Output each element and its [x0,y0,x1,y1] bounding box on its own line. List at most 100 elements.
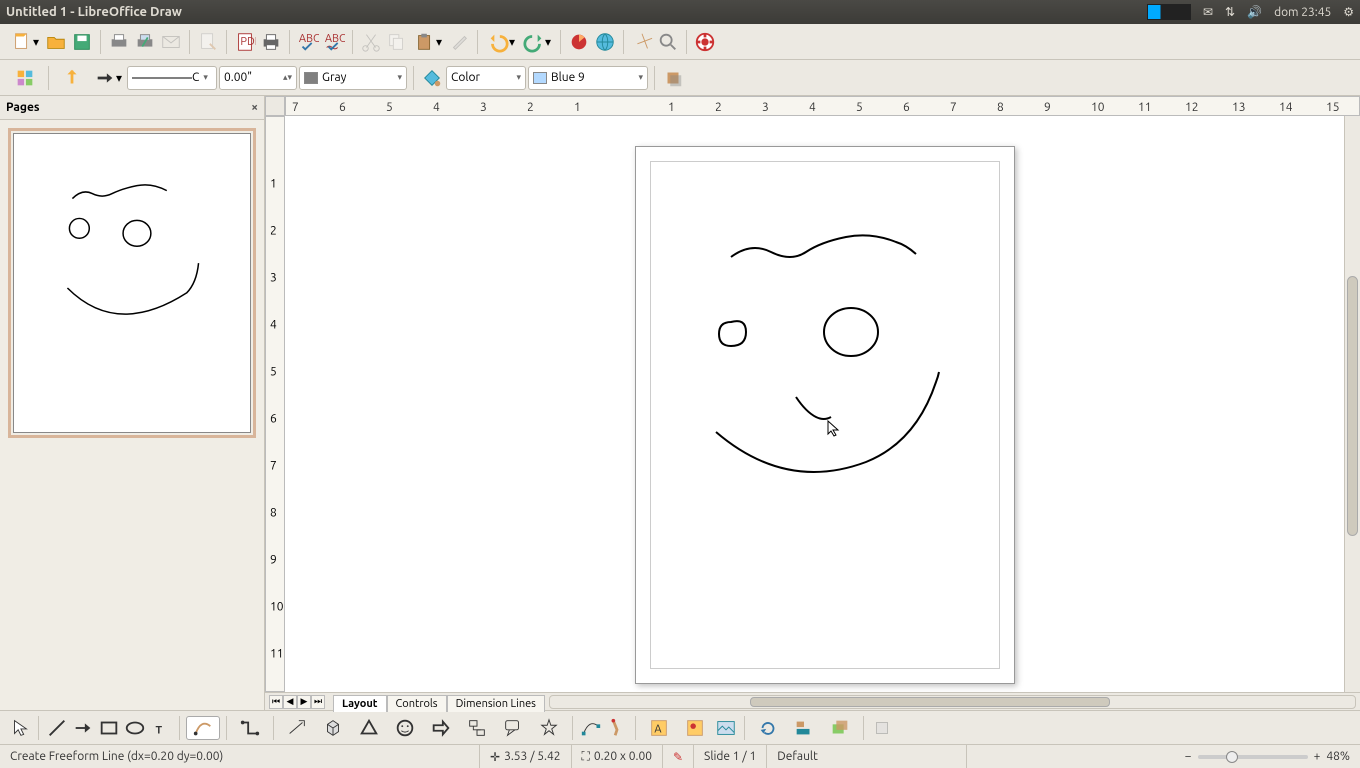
auto-spellcheck-button[interactable]: ABC [322,30,346,54]
lines-arrows-tool[interactable] [280,716,314,740]
format-paintbrush-button[interactable] [447,30,471,54]
modified-indicator: ✎ [663,745,694,768]
window-title: Untitled 1 - LibreOffice Draw [6,5,1147,19]
cut-button[interactable] [359,30,383,54]
line-color-label: Gray [322,71,393,84]
system-monitor-icon[interactable] [1147,4,1191,20]
drawing-toolbar: T A [0,710,1360,744]
area-style-button[interactable] [420,66,444,90]
vertical-scrollbar[interactable] [1344,116,1360,692]
svg-text:ABC: ABC [299,33,319,45]
prev-slide-button[interactable]: ◀ [283,695,297,709]
zoom-slider[interactable] [1198,755,1308,759]
text-tool[interactable]: T [149,716,173,740]
last-slide-button[interactable]: ⏭ [311,695,325,709]
line-filling-toolbar: ▾ C▾ 0.00" ▴▾ Gray▾ Color▾ Blue 9▾ [0,60,1360,96]
extrusion-tool[interactable] [870,716,894,740]
edit-file-button[interactable] [196,30,220,54]
tab-controls[interactable]: Controls [387,695,447,712]
3d-objects-tool[interactable] [316,716,350,740]
rotate-tool[interactable] [751,716,785,740]
arrow-end-style-button[interactable] [55,66,89,90]
mail-icon[interactable]: ✉ [1203,5,1213,19]
canvas[interactable] [285,116,1344,692]
status-slide[interactable]: Slide 1 / 1 [694,745,767,768]
spellcheck-button[interactable]: ABC [296,30,320,54]
line-style-select[interactable]: C▾ [127,66,217,90]
ellipse-tool[interactable] [123,716,147,740]
arrow-start-style-button[interactable]: ▾ [91,66,125,90]
chart-button[interactable] [567,30,591,54]
glue-points-tool[interactable] [605,716,629,740]
arrow-tool[interactable] [71,716,95,740]
flowchart-tool[interactable] [460,716,494,740]
align-tool[interactable] [787,716,821,740]
zoom-in-button[interactable]: + [1314,750,1321,763]
fontwork-tool[interactable]: A [642,716,676,740]
svg-text:ABC: ABC [325,33,345,45]
line-tool[interactable] [45,716,69,740]
horizontal-scrollbar[interactable] [549,695,1356,709]
copy-button[interactable] [385,30,409,54]
gear-icon[interactable]: ⚙ [1343,5,1354,19]
redo-button[interactable]: ▾ [520,30,554,54]
callouts-tool[interactable] [496,716,530,740]
block-arrows-tool[interactable] [424,716,458,740]
gallery-tool[interactable] [714,716,738,740]
line-color-select[interactable]: Gray▾ [299,66,407,90]
clock[interactable]: dom 23:45 [1274,6,1331,19]
mail-document-button[interactable] [159,30,183,54]
line-style-label: C [192,71,199,84]
save-button[interactable] [70,30,94,54]
page-thumbnail-1[interactable]: 1 [8,128,256,438]
tab-layout[interactable]: Layout [333,695,387,712]
styles-button[interactable] [8,66,42,90]
shadow-button[interactable] [661,66,685,90]
size-value: 0.20 x 0.00 [594,750,652,763]
zoom-button[interactable] [656,30,680,54]
network-icon[interactable]: ⇅ [1225,5,1235,19]
open-button[interactable] [44,30,68,54]
curve-tool[interactable] [186,716,220,740]
export-pdf-button[interactable]: PDF [233,30,257,54]
first-slide-button[interactable]: ⏮ [269,695,283,709]
status-position: ✛ 3.53 / 5.42 [480,745,572,768]
undo-button[interactable]: ▾ [484,30,518,54]
print-button[interactable] [107,30,131,54]
zoom-value[interactable]: 48% [1326,750,1350,763]
new-button[interactable]: ▾ [8,30,42,54]
fill-type-select[interactable]: Color▾ [446,66,526,90]
drawing-page[interactable] [635,146,1015,684]
print-preview-button[interactable] [133,30,157,54]
basic-shapes-tool[interactable] [352,716,386,740]
status-style[interactable]: Default [767,745,967,768]
edit-points-tool[interactable] [579,716,603,740]
stars-tool[interactable] [532,716,566,740]
from-file-tool[interactable] [678,716,712,740]
fill-color-select[interactable]: Blue 9▾ [528,66,648,90]
pages-panel-close-button[interactable]: × [251,101,258,114]
next-slide-button[interactable]: ▶ [297,695,311,709]
rectangle-tool[interactable] [97,716,121,740]
horizontal-ruler[interactable]: 7654321123456789101112131415 [285,96,1360,116]
tab-dimension-lines[interactable]: Dimension Lines [447,695,545,712]
help-button[interactable] [693,30,717,54]
line-width-input[interactable]: 0.00" ▴▾ [219,66,297,90]
hyperlink-button[interactable] [593,30,617,54]
slide-navigation: ⏮ ◀ ▶ ⏭ [265,695,329,709]
paste-button[interactable]: ▾ [411,30,445,54]
vertical-ruler[interactable]: 1234567891011 [265,116,285,692]
arrange-tool[interactable] [823,716,857,740]
standard-toolbar: ▾ PDF ABC ABC ▾ ▾ ▾ [0,24,1360,60]
svg-text:PDF: PDF [240,35,256,47]
navigator-button[interactable] [630,30,654,54]
select-tool[interactable] [8,716,32,740]
line-width-value: 0.00" [224,71,279,84]
volume-icon[interactable]: 🔊 [1247,5,1262,19]
print-direct-button[interactable] [259,30,283,54]
crosshair-icon: ✛ [490,750,500,764]
connector-tool[interactable] [233,716,267,740]
symbol-shapes-tool[interactable] [388,716,422,740]
ruler-corner [265,96,285,116]
zoom-out-button[interactable]: − [1185,750,1192,763]
